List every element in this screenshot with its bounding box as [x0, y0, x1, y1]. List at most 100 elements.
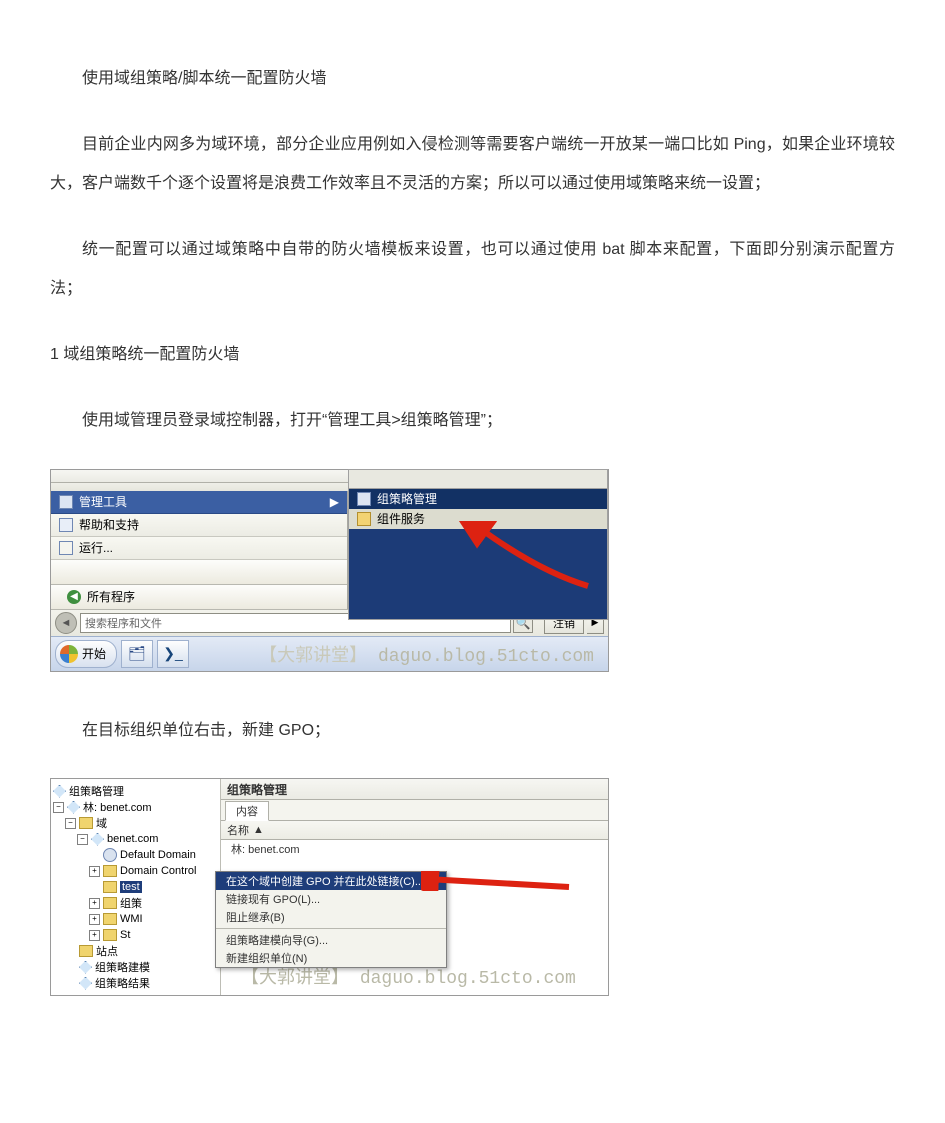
tree-domain[interactable]: − benet.com — [53, 831, 218, 847]
folder-icon — [103, 913, 117, 925]
tree-domains[interactable]: − 域 — [53, 815, 218, 831]
ctx-create-gpo[interactable]: 在这个域中创建 GPO 并在此处链接(C)... — [216, 872, 446, 890]
start-button[interactable]: 开始 — [55, 640, 117, 668]
screenshot-gpmc: 组策略管理 − 林: benet.com − 域 − benet.com — [50, 778, 609, 996]
watermark-cn: 【大郭讲堂】 — [241, 969, 349, 989]
tree-domain-controllers[interactable]: + Domain Control — [53, 863, 218, 879]
expand-icon[interactable]: + — [89, 930, 100, 941]
expand-icon[interactable]: + — [89, 866, 100, 877]
folder-icon — [59, 495, 73, 509]
help-icon — [59, 518, 73, 532]
tree-label: 域 — [96, 815, 107, 831]
list-row-forest[interactable]: 林: benet.com — [221, 840, 608, 858]
run-icon — [59, 541, 73, 555]
ctx-label: 阻止继承(B) — [226, 909, 285, 925]
list-cell: 林: benet.com — [231, 841, 299, 857]
menu-help[interactable]: 帮助和支持 — [51, 514, 347, 537]
ctx-block-inherit[interactable]: 阻止继承(B) — [216, 908, 446, 926]
tree-root[interactable]: 组策略管理 — [53, 783, 218, 799]
step-1-text: 使用域管理员登录域控制器，打开“管理工具>组策略管理”； — [50, 402, 895, 440]
tree-label: 林: benet.com — [83, 799, 151, 815]
tree-gpo-results[interactable]: 组策略结果 — [53, 975, 218, 991]
tree-label: 组策略管理 — [69, 783, 124, 799]
main-title: 组策略管理 — [221, 779, 608, 800]
results-icon — [79, 977, 92, 990]
tree-label: 站点 — [96, 943, 118, 959]
tree-test-ou[interactable]: test — [53, 879, 218, 895]
expand-icon[interactable]: + — [89, 914, 100, 925]
menu-label: 管理工具 — [79, 493, 127, 510]
taskbar-icon-powershell[interactable]: ❯_ — [157, 640, 189, 668]
back-button[interactable]: ◄ — [55, 612, 77, 634]
start-label: 开始 — [82, 645, 106, 662]
tree-gpo-folder[interactable]: + 组策 — [53, 895, 218, 911]
ctx-link-gpo[interactable]: 链接现有 GPO(L)... — [216, 890, 446, 908]
ctx-label: 链接现有 GPO(L)... — [226, 891, 320, 907]
tree-label: WMI — [120, 913, 143, 925]
tab-label: 内容 — [236, 806, 258, 818]
tree-label: Domain Control — [120, 865, 196, 877]
tree-panel: 组策略管理 − 林: benet.com − 域 − benet.com — [51, 779, 221, 995]
modeling-icon — [79, 961, 92, 974]
section-1-heading: 1 域组策略统一配置防火墙 — [50, 336, 895, 374]
submenu-gpmc[interactable]: 组策略管理 — [349, 489, 607, 509]
component-services-icon — [357, 512, 371, 526]
ou-icon — [103, 865, 117, 877]
tree-wmi[interactable]: + WMI — [53, 911, 218, 927]
main-title-label: 组策略管理 — [227, 781, 287, 798]
taskbar: 开始 🗂 ❯_ 【大郭讲堂】 daguo.blog.51cto.com — [51, 636, 608, 671]
menu-label: 运行... — [79, 539, 113, 556]
document-page: 使用域组策略/脚本统一配置防火墙 目前企业内网多为域环境，部分企业应用例如入侵检… — [0, 0, 945, 1123]
watermark-cn: 【大郭讲堂】 — [259, 647, 367, 667]
all-programs-label: 所有程序 — [87, 588, 135, 605]
gpo-link-icon — [103, 848, 117, 862]
sites-icon — [79, 945, 93, 957]
expand-icon[interactable]: + — [89, 898, 100, 909]
chevron-right-icon: ▶ — [330, 495, 339, 509]
watermark: 【大郭讲堂】 daguo.blog.51cto.com — [193, 641, 604, 667]
screenshot-start-menu: 管理工具 ▶ 帮助和支持 运行... ◀ 所有程序 — [50, 469, 609, 672]
all-programs[interactable]: ◀ 所有程序 — [51, 585, 347, 609]
watermark-en: daguo.blog.51cto.com — [360, 969, 576, 989]
submenu-label: 组策略管理 — [377, 490, 437, 507]
tree-default-domain[interactable]: Default Domain — [53, 847, 218, 863]
collapse-icon[interactable]: − — [53, 802, 64, 813]
collapse-icon[interactable]: − — [65, 818, 76, 829]
tree-label: 组策略建模 — [95, 959, 150, 975]
ou-icon — [103, 881, 117, 893]
tree-label: 组策略结果 — [95, 975, 150, 991]
menu-run[interactable]: 运行... — [51, 537, 347, 560]
folder-icon — [79, 817, 93, 829]
sort-icon[interactable]: ▲ — [253, 824, 264, 836]
folder-icon — [103, 897, 117, 909]
tree-forest[interactable]: − 林: benet.com — [53, 799, 218, 815]
step-2-text: 在目标组织单位右击，新建 GPO； — [50, 712, 895, 750]
taskbar-icon-explorer[interactable]: 🗂 — [121, 640, 153, 668]
tree-gpo-modeling[interactable]: 组策略建模 — [53, 959, 218, 975]
column-name: 名称 — [227, 822, 249, 838]
tree-label: Default Domain — [120, 849, 196, 861]
collapse-icon[interactable]: − — [77, 834, 88, 845]
ctx-label: 新建组织单位(N) — [226, 950, 307, 966]
tree-label: 组策 — [120, 895, 142, 911]
ctx-modeling-wizard[interactable]: 组策略建模向导(G)... — [216, 931, 446, 949]
watermark-en: daguo.blog.51cto.com — [378, 647, 594, 667]
tree-label: test — [120, 881, 142, 893]
ctx-label: 组策略建模向导(G)... — [226, 932, 328, 948]
menu-admin-tools[interactable]: 管理工具 ▶ — [51, 491, 347, 514]
tab-content[interactable]: 内容 — [225, 801, 269, 821]
submenu-label: 组件服务 — [377, 510, 425, 527]
search-placeholder: 搜索程序和文件 — [85, 615, 162, 631]
ctx-new-ou[interactable]: 新建组织单位(N) — [216, 949, 446, 967]
back-arrow-icon: ◀ — [67, 590, 81, 604]
submenu-component-services[interactable]: 组件服务 — [349, 509, 607, 529]
forest-icon — [67, 801, 80, 814]
tree-label: St — [120, 929, 130, 941]
folder-icon — [103, 929, 117, 941]
tree-starter[interactable]: + St — [53, 927, 218, 943]
paragraph-1: 目前企业内网多为域环境，部分企业应用例如入侵检测等需要客户端统一开放某一端口比如… — [50, 126, 895, 203]
tab-row: 内容 — [221, 800, 608, 821]
context-menu: 在这个域中创建 GPO 并在此处链接(C)... 链接现有 GPO(L)... … — [215, 871, 447, 968]
domain-icon — [91, 833, 104, 846]
tree-sites[interactable]: 站点 — [53, 943, 218, 959]
